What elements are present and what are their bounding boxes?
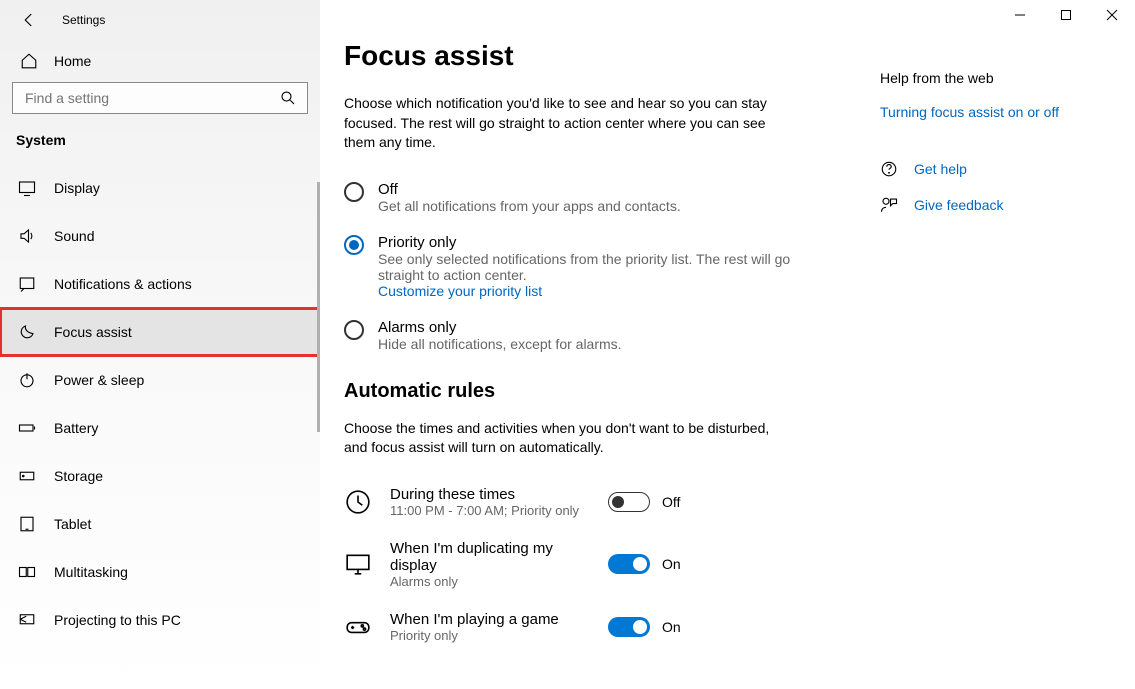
minimize-button[interactable]: [997, 0, 1043, 30]
option-alarms-only[interactable]: Alarms only Hide all notifications, exce…: [344, 319, 860, 352]
rule-during-times[interactable]: During these times 11:00 PM - 7:00 AM; P…: [344, 486, 860, 518]
sidebar-item-battery[interactable]: Battery: [0, 404, 320, 452]
tablet-icon: [18, 515, 36, 533]
sidebar-item-display[interactable]: Display: [0, 164, 320, 212]
monitor-icon: [344, 550, 372, 578]
window-controls: [997, 0, 1135, 30]
settings-window: Settings Home System Display S: [0, 0, 1135, 689]
sidebar-home[interactable]: Home: [0, 40, 320, 82]
maximize-button[interactable]: [1043, 0, 1089, 30]
option-priority-only[interactable]: Priority only See only selected notifica…: [344, 234, 860, 299]
rule-sub: Alarms only: [390, 574, 590, 589]
home-icon: [20, 52, 38, 70]
sidebar-item-label: Storage: [54, 468, 103, 484]
home-label: Home: [54, 53, 91, 69]
main-area: Focus assist Choose which notification y…: [320, 0, 1135, 689]
sidebar-item-tablet[interactable]: Tablet: [0, 500, 320, 548]
scrollbar[interactable]: [317, 182, 320, 432]
sidebar-item-label: Projecting to this PC: [54, 612, 181, 628]
give-feedback-label: Give feedback: [914, 197, 1004, 213]
clock-icon: [344, 488, 372, 516]
rule-label: During these times: [390, 486, 590, 503]
back-icon[interactable]: [20, 11, 38, 29]
focus-assist-icon: [18, 323, 36, 341]
option-label: Alarms only: [378, 319, 622, 336]
get-help-label: Get help: [914, 161, 967, 177]
radio-alarms-only[interactable]: [344, 320, 364, 340]
content-pane: Focus assist Choose which notification y…: [320, 0, 860, 689]
sidebar-item-notifications[interactable]: Notifications & actions: [0, 260, 320, 308]
sound-icon: [18, 227, 36, 245]
sidebar-item-label: Battery: [54, 420, 98, 436]
rules-heading: Automatic rules: [344, 380, 860, 403]
rule-label: When I'm duplicating my display: [390, 540, 590, 574]
gamepad-icon: [344, 613, 372, 641]
sidebar-item-power[interactable]: Power & sleep: [0, 356, 320, 404]
toggle-state: On: [662, 556, 681, 572]
give-feedback-link[interactable]: Give feedback: [880, 196, 1120, 214]
sidebar-item-focus-assist[interactable]: Focus assist: [0, 308, 320, 356]
search-icon: [279, 89, 297, 107]
rule-duplicating-display[interactable]: When I'm duplicating my display Alarms o…: [344, 540, 860, 589]
option-sub: Get all notifications from your apps and…: [378, 198, 681, 214]
sidebar-item-label: Sound: [54, 228, 94, 244]
display-icon: [18, 179, 36, 197]
option-sub: Hide all notifications, except for alarm…: [378, 336, 622, 352]
feedback-icon: [880, 196, 898, 214]
window-title: Settings: [62, 13, 105, 27]
page-title: Focus assist: [344, 40, 860, 72]
projecting-icon: [18, 611, 36, 629]
nav-list: Display Sound Notifications & actions Fo…: [0, 164, 320, 689]
sidebar: Settings Home System Display S: [0, 0, 320, 689]
sidebar-item-label: Focus assist: [54, 324, 132, 340]
toggle-during-times[interactable]: [608, 492, 650, 512]
option-label: Priority only: [378, 234, 798, 251]
toggle-duplicating-display[interactable]: [608, 554, 650, 574]
sidebar-item-label: Notifications & actions: [54, 276, 192, 292]
help-web-link[interactable]: Turning focus assist on or off: [880, 104, 1120, 120]
sidebar-item-label: Multitasking: [54, 564, 128, 580]
storage-icon: [18, 467, 36, 485]
sidebar-item-label: Display: [54, 180, 100, 196]
rules-description: Choose the times and activities when you…: [344, 419, 774, 458]
radio-off[interactable]: [344, 182, 364, 202]
page-description: Choose which notification you'd like to …: [344, 94, 774, 153]
search-box[interactable]: [12, 82, 308, 114]
customize-priority-link[interactable]: Customize your priority list: [378, 283, 798, 299]
rule-sub: 11:00 PM - 7:00 AM; Priority only: [390, 503, 590, 518]
help-panel: Help from the web Turning focus assist o…: [860, 0, 1120, 689]
toggle-state: Off: [662, 494, 680, 510]
sidebar-item-sound[interactable]: Sound: [0, 212, 320, 260]
radio-priority-only[interactable]: [344, 235, 364, 255]
notifications-icon: [18, 275, 36, 293]
option-off[interactable]: Off Get all notifications from your apps…: [344, 181, 860, 214]
sidebar-item-projecting[interactable]: Projecting to this PC: [0, 596, 320, 644]
option-sub: See only selected notifications from the…: [378, 251, 798, 283]
rule-label: When I'm playing a game: [390, 611, 590, 628]
option-label: Off: [378, 181, 681, 198]
get-help-link[interactable]: Get help: [880, 160, 1120, 178]
sidebar-item-label: Power & sleep: [54, 372, 144, 388]
multitasking-icon: [18, 563, 36, 581]
help-heading: Help from the web: [880, 70, 1120, 86]
rule-sub: Priority only: [390, 628, 590, 643]
sidebar-item-label: Tablet: [54, 516, 91, 532]
titlebar-left: Settings: [0, 0, 320, 40]
battery-icon: [18, 419, 36, 437]
close-button[interactable]: [1089, 0, 1135, 30]
get-help-icon: [880, 160, 898, 178]
power-icon: [18, 371, 36, 389]
sidebar-item-storage[interactable]: Storage: [0, 452, 320, 500]
sidebar-item-multitasking[interactable]: Multitasking: [0, 548, 320, 596]
toggle-playing-game[interactable]: [608, 617, 650, 637]
search-input[interactable]: [23, 89, 253, 107]
toggle-state: On: [662, 619, 681, 635]
rule-playing-game[interactable]: When I'm playing a game Priority only On: [344, 611, 860, 643]
section-label: System: [0, 132, 320, 164]
